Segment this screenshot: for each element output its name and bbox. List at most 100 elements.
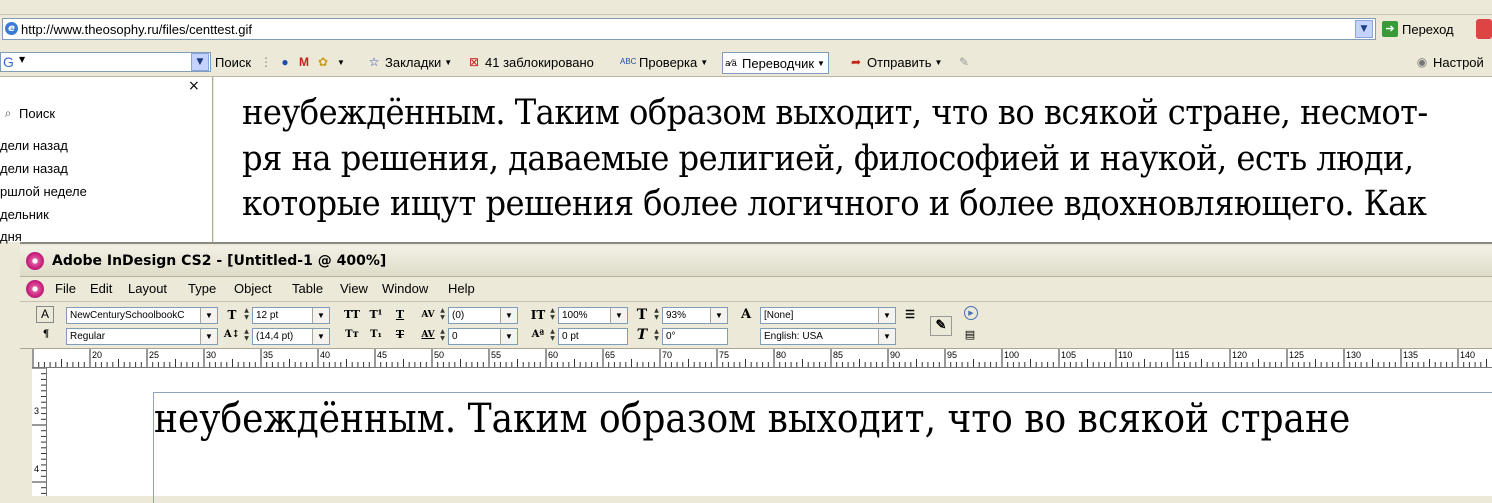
close-icon[interactable]: × [188,78,200,94]
vertical-ruler[interactable]: 3 4 [32,368,47,496]
chevron-down-icon: ▼ [817,58,825,68]
kerning-stepper[interactable]: ▲ ▼ [438,307,447,322]
chevron-down-icon[interactable]: ▼ [337,58,345,67]
search-button[interactable]: Поиск [215,52,251,72]
chevron-down-icon[interactable]: ▼ [312,308,329,323]
baseline-shift-value: 0 pt [562,331,579,342]
subscript-icon[interactable]: T₁ [366,326,386,344]
google-menu-caret-icon[interactable]: ▼ [19,55,25,64]
baseline-shift-stepper[interactable]: ▲ ▼ [548,328,557,343]
indesign-menu-bar: File Edit Layout Type Object Table View … [20,277,1492,302]
styles-menu-icon[interactable]: ☰ [900,306,920,324]
document-page[interactable]: неубеждённым. Таким образом выходит, что… [47,368,1492,503]
bookmarks-button[interactable]: ☆ Закладки ▼ [366,52,453,72]
small-caps-icon[interactable]: Tт [342,326,362,344]
strikethrough-icon[interactable]: T [390,326,410,344]
sidebar-history-item[interactable]: дели назад [0,138,68,153]
vertical-scale-stepper[interactable]: ▲ ▼ [548,307,557,322]
star-icon: ☆ [368,55,380,69]
chevron-down-icon[interactable]: ▼ [500,329,517,344]
paragraph-mode-icon[interactable]: ¶ [36,326,56,344]
menu-window[interactable]: Window [382,281,428,296]
vertical-ruler-label: 4 [34,464,40,474]
font-family-field[interactable]: NewCenturySchoolbookC ▼ [66,307,218,324]
menu-type[interactable]: Type [188,281,216,296]
font-style-field[interactable]: Regular ▼ [66,328,218,345]
superscript-icon[interactable]: T¹ [366,306,386,324]
menu-table[interactable]: Table [292,281,323,296]
globe-icon[interactable]: ● [277,54,293,70]
settings-button[interactable]: ◉ Настрой [1414,52,1484,72]
font-family-value: NewCenturySchoolbookC [70,310,185,321]
character-style-field[interactable]: [None] ▼ [760,307,896,324]
character-panel-icon[interactable]: ✎ [930,316,952,336]
sidebar-history-item[interactable]: ршлой неделе [0,184,87,199]
menu-object[interactable]: Object [234,281,272,296]
menu-file[interactable]: File [55,281,76,296]
menu-layout[interactable]: Layout [128,281,167,296]
sidebar-history-item[interactable]: дели назад [0,161,68,176]
chevron-down-icon[interactable]: ▼ [500,308,517,323]
horizontal-scale-stepper[interactable]: ▲ ▼ [652,307,661,322]
leading-stepper[interactable]: ▲ ▼ [242,328,251,343]
ruler-label: 80 [776,350,786,360]
leading-field[interactable]: (14,4 pt) ▼ [252,328,330,345]
chevron-down-icon[interactable]: ▼ [878,329,895,344]
address-field[interactable]: e http://www.theosophy.ru/files/centtest… [2,18,1376,40]
check-label: Проверка [639,54,698,70]
indesign-menu-logo-icon[interactable] [26,280,44,298]
all-caps-icon[interactable]: TT [342,306,362,324]
panel-menu-icon[interactable]: ▶ [964,306,978,320]
font-size-stepper[interactable]: ▲ ▼ [242,307,251,322]
sidebar-history-item[interactable]: дельник [0,207,49,222]
character-mode-icon[interactable]: A [36,306,54,323]
menu-view[interactable]: View [340,281,368,296]
blocked-label: 41 заблокировано [485,54,594,70]
language-field[interactable]: English: USA ▼ [760,328,896,345]
gmail-icon[interactable]: M [296,54,312,70]
menu-edit[interactable]: Edit [90,281,112,296]
gear-icon: ◉ [1416,55,1428,69]
horizontal-ruler[interactable]: 20 25 30 35 40 45 50 55 60 65 70 75 80 85 90 95 100 105 11… [32,349,1492,368]
sidebar-search-button[interactable]: ⌕ Поиск [0,105,55,121]
underline-icon[interactable]: T [390,306,410,324]
highlighter-icon[interactable]: ✎ [956,54,972,70]
spellcheck-button[interactable]: ABC Проверка ▼ [620,52,708,72]
google-search-box[interactable]: G ▼ ▼ [0,52,211,72]
font-size-field[interactable]: 12 pt ▼ [252,307,330,324]
chevron-down-icon[interactable]: ▼ [200,329,217,344]
popup-blocker-button[interactable]: ⊠ 41 заблокировано [466,52,594,72]
baseline-shift-icon: Aª [531,329,545,340]
go-button[interactable]: ➔ Переход [1382,18,1454,40]
google-dropdown-button[interactable]: ▼ [191,53,209,71]
puzzle-icon[interactable]: ✿ [315,54,331,70]
address-dropdown-button[interactable]: ▼ [1355,20,1373,38]
send-button[interactable]: ➦ Отправить ▼ [848,52,942,72]
chevron-down-icon: ▼ [444,57,453,67]
sidebar-history-item[interactable]: дня [0,229,22,244]
baseline-shift-field[interactable]: 0 pt [558,328,628,345]
skew-stepper[interactable]: ▲ ▼ [652,328,661,343]
chevron-down-icon[interactable]: ▼ [878,308,895,323]
chevron-down-icon[interactable]: ▼ [312,329,329,344]
ruler-label: 100 [1004,350,1019,360]
skew-icon: T [636,327,648,343]
tracking-field[interactable]: 0 ▼ [448,328,518,345]
control-panel: A ¶ NewCenturySchoolbookC ▼ Regular ▼ T … [20,302,1492,349]
menu-help[interactable]: Help [448,281,475,296]
horizontal-scale-field[interactable]: 93% ▼ [662,307,728,324]
text-frame-content[interactable]: неубеждённым. Таким образом выходит, что… [154,396,1350,442]
chevron-down-icon[interactable]: ▼ [610,308,627,323]
history-sidebar: × ⌕ Поиск дели назад дели назад ршлой не… [0,77,213,244]
chevron-down-icon[interactable]: ▼ [200,308,217,323]
translator-button[interactable]: a⁄ä Переводчик ▼ [722,52,829,74]
ruler-label: 40 [320,350,330,360]
kerning-field[interactable]: (0) ▼ [448,307,518,324]
toolbar-quick-icons: ⋮ ● M ✿ ▼ [258,52,345,72]
vertical-scale-field[interactable]: 100% ▼ [558,307,628,324]
skew-field[interactable]: 0° [662,328,728,345]
tracking-stepper[interactable]: ▲ ▼ [438,328,447,343]
chevron-down-icon[interactable]: ▼ [710,308,727,323]
list-icon[interactable]: ▤ [960,326,980,344]
extra-toolbar-icon[interactable] [1476,19,1492,39]
